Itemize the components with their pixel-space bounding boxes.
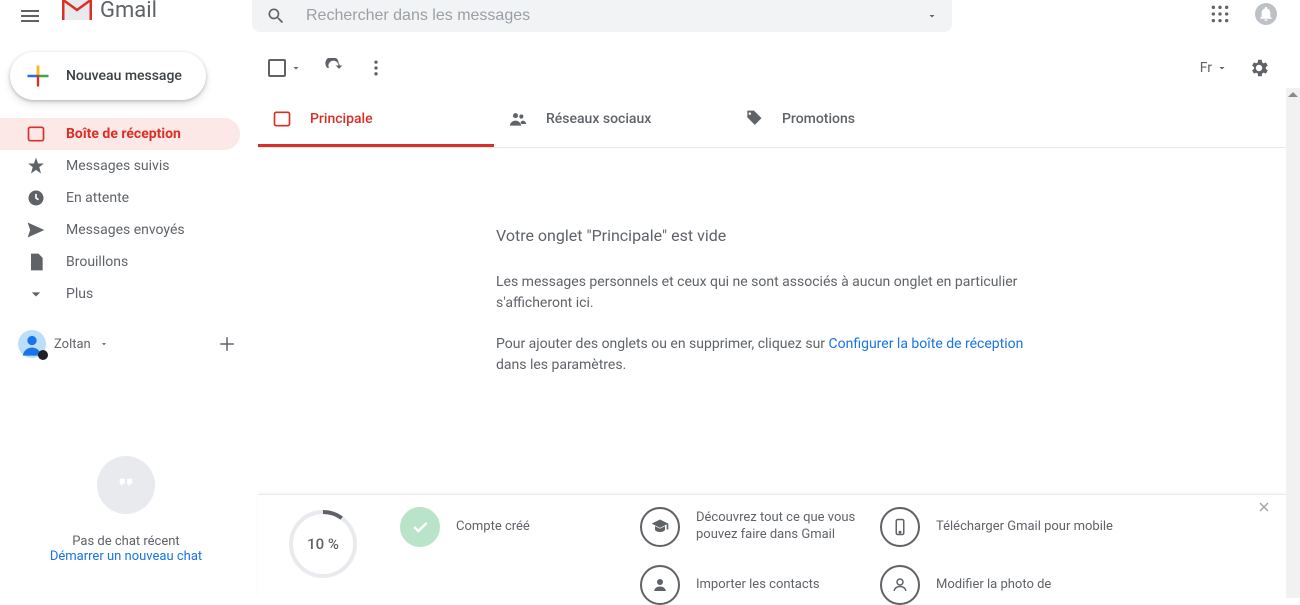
compose-button[interactable]: Nouveau message	[10, 52, 206, 100]
onboard-import-contacts[interactable]: Importer les contacts	[640, 565, 876, 605]
apps-icon[interactable]	[1210, 4, 1230, 24]
nav-snoozed[interactable]: En attente	[0, 182, 240, 214]
empty-state: Votre onglet "Principale" est vide Les m…	[496, 224, 1036, 396]
search-options-icon[interactable]	[926, 10, 938, 22]
select-all-checkbox[interactable]	[268, 59, 302, 77]
onboard-learn-gmail[interactable]: Découvrez tout ce que vous pouvez faire …	[640, 507, 876, 547]
chevron-down-icon	[1216, 62, 1228, 74]
onboard-mobile[interactable]: Télécharger Gmail pour mobile	[880, 507, 1116, 547]
nav-starred[interactable]: Messages suivis	[0, 150, 240, 182]
nav-inbox-label: Boîte de réception	[66, 126, 181, 142]
nav-more[interactable]: Plus	[0, 278, 240, 310]
empty-title: Votre onglet "Principale" est vide	[496, 224, 1036, 248]
refresh-icon[interactable]	[324, 58, 344, 78]
nav-sent[interactable]: Messages envoyés	[0, 214, 240, 246]
tab-promotions[interactable]: Promotions	[730, 94, 966, 147]
hangouts-icon	[97, 456, 155, 514]
tab-primary[interactable]: Principale	[258, 94, 494, 147]
onboard-account-created[interactable]: Compte créé	[400, 507, 636, 547]
tab-social-label: Réseaux sociaux	[546, 111, 651, 127]
nav-starred-label: Messages suivis	[66, 158, 169, 174]
brand-text: Gmail	[100, 0, 157, 23]
scrollbar[interactable]	[1286, 88, 1300, 598]
settings-gear-icon[interactable]	[1248, 57, 1270, 79]
nav-drafts-label: Brouillons	[66, 254, 128, 270]
input-language-button[interactable]: Fr	[1200, 60, 1228, 76]
plus-icon	[24, 62, 52, 90]
onboard-change-photo[interactable]: Modifier la photo de	[880, 565, 1116, 605]
nav-inbox[interactable]: Boîte de réception	[0, 118, 240, 150]
scroll-up-icon[interactable]	[1288, 92, 1298, 97]
presence-dot	[38, 350, 48, 360]
main-menu-icon[interactable]	[18, 4, 42, 28]
more-icon[interactable]	[366, 58, 386, 78]
phone-icon	[880, 507, 920, 547]
notifications-icon[interactable]	[1254, 2, 1278, 26]
chevron-down-icon	[290, 62, 302, 74]
hangouts-avatar[interactable]	[18, 330, 46, 358]
tab-primary-label: Principale	[310, 111, 373, 127]
search-bar[interactable]	[252, 0, 952, 32]
nav-snoozed-label: En attente	[66, 190, 129, 206]
no-recent-chats: Pas de chat récent	[0, 534, 252, 549]
empty-line2: Pour ajouter des onglets ou en supprimer…	[496, 334, 1036, 376]
graduation-icon	[640, 507, 680, 547]
search-icon	[266, 6, 286, 26]
configure-inbox-link[interactable]: Configurer la boîte de réception	[829, 336, 1024, 352]
gmail-logo[interactable]: Gmail	[62, 0, 157, 23]
language-label: Fr	[1200, 60, 1212, 76]
nav-more-label: Plus	[66, 286, 93, 302]
start-new-chat-link[interactable]: Démarrer un nouveau chat	[50, 549, 202, 564]
close-icon[interactable]	[1256, 499, 1272, 515]
new-chat-icon[interactable]	[218, 335, 236, 353]
setup-progress: 10 %	[286, 507, 360, 581]
nav-drafts[interactable]: Brouillons	[0, 246, 240, 278]
nav-sent-label: Messages envoyés	[66, 222, 185, 238]
photo-icon	[880, 565, 920, 605]
onboarding-panel: 10 % Compte créé Découvrez tout ce que v…	[258, 494, 1286, 598]
hangouts-username: Zoltan	[54, 337, 91, 352]
tab-social[interactable]: Réseaux sociaux	[494, 94, 730, 147]
contacts-icon	[640, 565, 680, 605]
setup-percent: 10 %	[286, 507, 360, 581]
empty-line1: Les messages personnels et ceux qui ne s…	[496, 272, 1036, 314]
check-icon	[400, 507, 440, 547]
compose-label: Nouveau message	[66, 68, 182, 84]
chevron-down-icon[interactable]	[99, 339, 109, 349]
search-input[interactable]	[304, 6, 926, 26]
tab-promotions-label: Promotions	[782, 111, 855, 127]
